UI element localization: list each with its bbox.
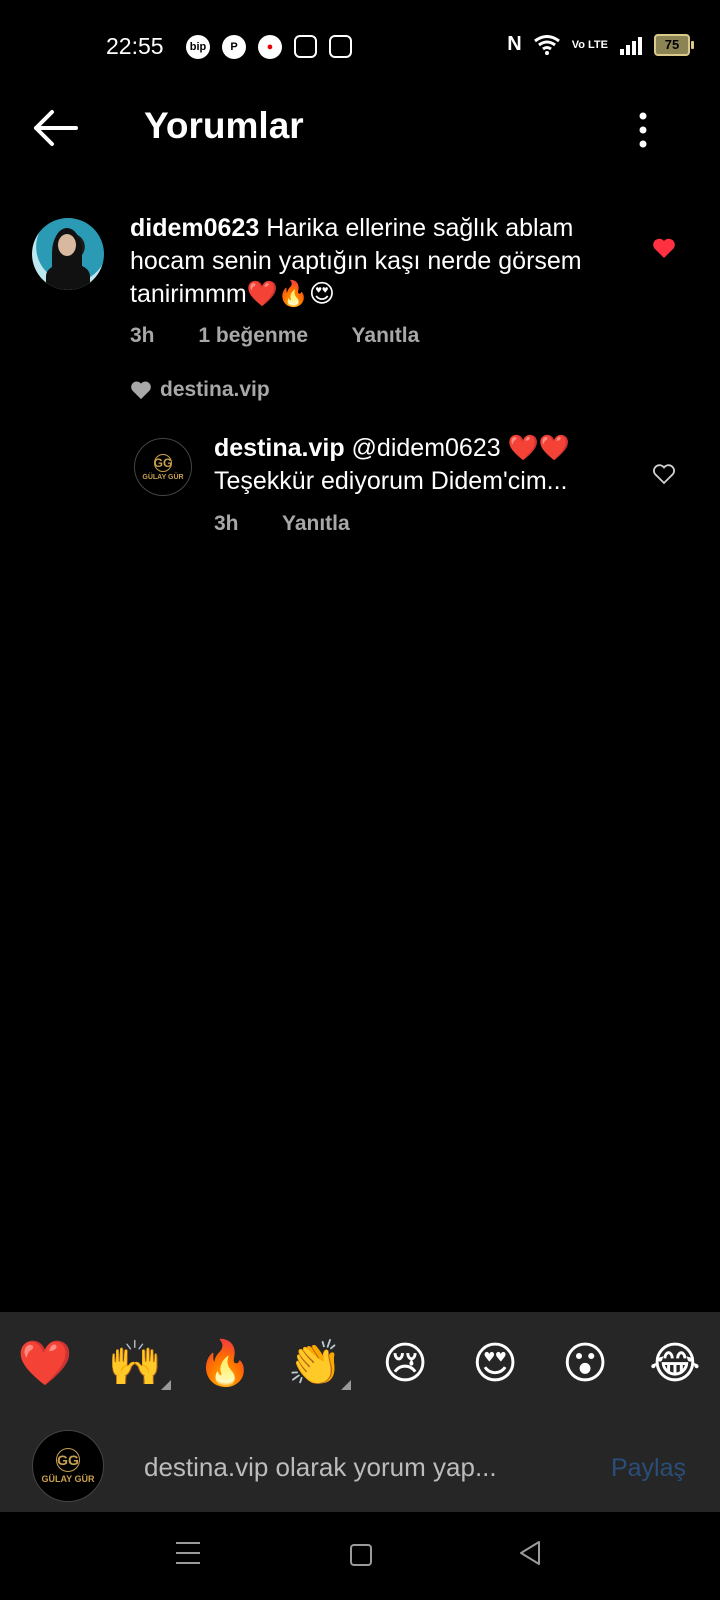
comment-time: 3h: [214, 512, 239, 535]
comment-input[interactable]: destina.vip olarak yorum yap...: [144, 1452, 497, 1483]
emoji-heart-eyes[interactable]: 😍: [463, 1336, 527, 1392]
emoji-surprised[interactable]: 😮: [553, 1336, 617, 1392]
signal-icon: [620, 36, 642, 55]
more-options-button[interactable]: [628, 110, 658, 150]
reply-button[interactable]: Yanıtla: [352, 324, 420, 347]
emoji-raised-hands[interactable]: 🙌: [103, 1336, 171, 1392]
bip-icon: bip: [186, 35, 210, 59]
emoji-clapping[interactable]: 👏: [283, 1336, 351, 1392]
comment-time: 3h: [130, 324, 155, 347]
instagram-icon: [329, 35, 352, 58]
heart-outline-icon: [653, 464, 675, 485]
arrow-left-icon: [34, 110, 78, 146]
comment-text: didem0623 Harika ellerine sağlık ablam h…: [130, 212, 630, 311]
system-navigation-bar: [0, 1512, 720, 1600]
status-bar: 22:55 bip P ● N Vo LTE 75: [0, 0, 720, 92]
emoji-fire[interactable]: 🔥: [193, 1336, 257, 1392]
status-app-icons: bip P ●: [186, 35, 352, 59]
status-time: 22:55: [106, 33, 164, 59]
liked-by-username: destina.vip: [160, 378, 270, 401]
more-vertical-icon: [639, 112, 647, 148]
comment-username[interactable]: didem0623: [130, 214, 259, 242]
gulay-gur-logo: GG GÜLAY GÜR: [142, 453, 184, 481]
emoji-heart[interactable]: ❤️: [13, 1336, 77, 1392]
comment-meta: 3h Yanıtla: [214, 512, 388, 536]
volte-icon: Vo LTE: [571, 38, 608, 51]
heart-filled-icon: [131, 381, 151, 400]
status-system-icons: N Vo LTE 75: [507, 33, 694, 56]
comment-meta: 3h 1 beğenme Yanıtla: [130, 324, 457, 348]
comment-compose-bar: GG GÜLAY GÜR destina.vip olarak yorum ya…: [0, 1422, 720, 1512]
reply-button[interactable]: Yanıtla: [282, 512, 350, 535]
liked-by-creator: destina.vip: [130, 378, 270, 402]
emoji-crying[interactable]: 😢: [373, 1336, 437, 1392]
pinterest-icon: P: [222, 35, 246, 59]
share-button[interactable]: Paylaş: [611, 1454, 686, 1483]
box-icon: [294, 35, 317, 58]
emoji-reaction-bar: ❤️ 🙌 🔥 👏 😢 😍 😮 😂: [0, 1312, 720, 1422]
like-button[interactable]: [652, 463, 676, 485]
reply-comment-text: destina.vip @didem0623 ❤️❤️ Teşekkür edi…: [214, 432, 634, 498]
avatar[interactable]: [32, 218, 104, 290]
avatar: GG GÜLAY GÜR: [32, 1430, 104, 1502]
recents-button[interactable]: [176, 1542, 200, 1572]
like-button[interactable]: [652, 237, 676, 259]
battery-icon: 75: [654, 33, 694, 56]
emoji-tears-of-joy[interactable]: 😂: [643, 1336, 707, 1392]
wifi-icon: [533, 34, 560, 55]
page-title: Yorumlar: [144, 105, 304, 146]
home-button[interactable]: [350, 1544, 372, 1566]
back-button[interactable]: [30, 108, 80, 148]
gulay-gur-logo: GG GÜLAY GÜR: [33, 1431, 103, 1501]
nfc-icon: N: [507, 33, 522, 55]
comment-username[interactable]: destina.vip: [214, 434, 345, 462]
avatar[interactable]: GG GÜLAY GÜR: [134, 438, 192, 496]
vodafone-icon: ●: [258, 35, 282, 59]
comment-likes[interactable]: 1 beğenme: [198, 324, 308, 347]
heart-filled-icon: [653, 238, 675, 258]
back-triangle-icon[interactable]: [518, 1540, 542, 1566]
